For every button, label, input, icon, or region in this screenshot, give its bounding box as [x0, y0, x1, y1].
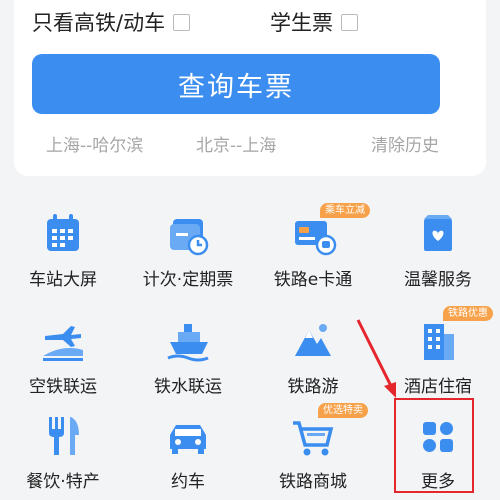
annotation-highlight-box: [394, 398, 474, 493]
